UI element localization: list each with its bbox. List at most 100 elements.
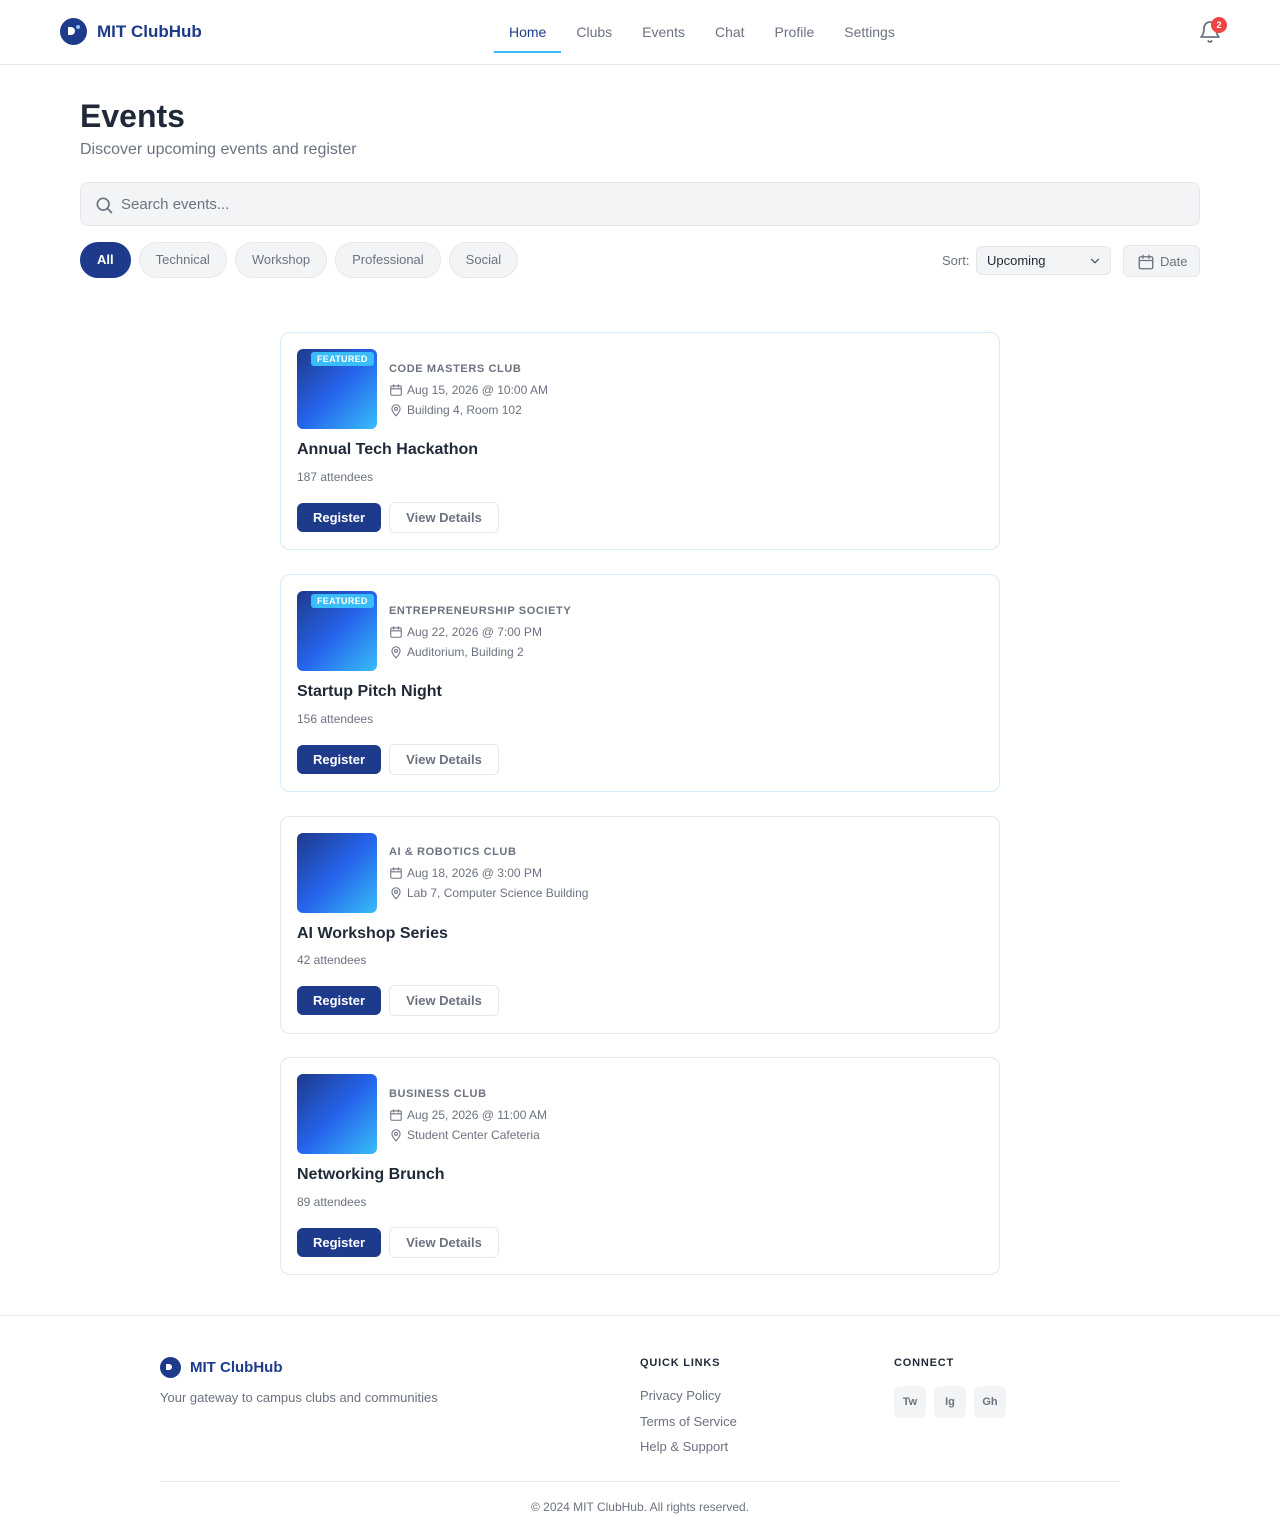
map-pin-icon — [391, 1129, 401, 1142]
event-attendees: 156 attendees — [297, 712, 374, 726]
privacy-policy-link[interactable]: Privacy Policy — [640, 1388, 737, 1414]
event-date-row: Aug 15, 2026 @ 10:00 AM — [389, 383, 548, 397]
event-attendees: 89 attendees — [297, 1195, 367, 1209]
notification-badge: 2 — [1211, 17, 1227, 33]
copyright: © 2024 MIT ClubHub. All rights reserved. — [530, 1500, 750, 1514]
event-location-row: Building 4, Room 102 — [389, 403, 548, 417]
quick-links-heading: QUICK LINKS — [640, 1357, 721, 1369]
filter-chip-all[interactable]: All — [80, 242, 131, 278]
nav-item-clubs[interactable]: Clubs — [561, 12, 627, 53]
sort-select[interactable]: Upcoming — [976, 246, 1111, 275]
filter-chip-technical[interactable]: Technical — [138, 242, 227, 278]
social-links: Tw Ig Gh — [894, 1386, 1006, 1418]
filter-chip-workshop[interactable]: Workshop — [234, 242, 328, 278]
event-date-row: Aug 18, 2026 @ 3:00 PM — [389, 866, 588, 880]
event-thumbnail — [297, 1074, 377, 1154]
register-button[interactable]: Register — [297, 503, 381, 532]
event-meta: AI & ROBOTICS CLUB Aug 18, 2026 @ 3:00 P… — [389, 846, 588, 900]
footer-tagline: Your gateway to campus clubs and communi… — [160, 1390, 438, 1405]
twitter-link[interactable]: Tw — [894, 1386, 926, 1418]
event-club-name: AI & ROBOTICS CLUB — [389, 846, 517, 858]
event-thumbnail — [297, 833, 377, 913]
event-attendees: 187 attendees — [297, 470, 374, 484]
event-location-row: Auditorium, Building 2 — [389, 645, 571, 659]
event-club-name: ENTREPRENEURSHIP SOCIETY — [389, 605, 572, 617]
event-datetime: Aug 25, 2026 @ 11:00 AM — [407, 1108, 548, 1122]
register-button[interactable]: Register — [297, 1228, 381, 1257]
event-location-row: Lab 7, Computer Science Building — [389, 886, 588, 900]
nav-item-profile[interactable]: Profile — [760, 12, 830, 53]
search-input[interactable] — [121, 183, 1181, 225]
page-subtitle: Discover upcoming events and register — [80, 141, 357, 158]
search-bar — [80, 182, 1200, 226]
footer-brand-name: MIT ClubHub — [190, 1359, 283, 1376]
date-filter-button[interactable]: Date — [1123, 245, 1200, 277]
event-card: FEATURED ENTREPRENEURSHIP SOCIETY Aug 22… — [280, 574, 1000, 792]
event-location: Lab 7, Computer Science Building — [407, 886, 589, 900]
event-title: AI Workshop Series — [297, 925, 448, 942]
event-location: Auditorium, Building 2 — [407, 645, 524, 659]
top-header: MIT ClubHub Home Clubs Events Chat Profi… — [0, 0, 1280, 65]
chevron-down-icon — [1090, 258, 1100, 264]
event-location: Student Center Cafeteria — [407, 1128, 540, 1142]
event-card: FEATURED CODE MASTERS CLUB Aug 15, 2026 … — [280, 332, 1000, 550]
nav-item-chat[interactable]: Chat — [700, 12, 760, 53]
sort-label: Sort: — [942, 253, 970, 268]
calendar-icon — [390, 384, 402, 396]
event-meta: BUSINESS CLUB Aug 25, 2026 @ 11:00 AM St… — [389, 1088, 547, 1142]
site-footer: MIT ClubHub Your gateway to campus clubs… — [0, 1315, 1280, 1535]
event-meta: CODE MASTERS CLUB Aug 15, 2026 @ 10:00 A… — [389, 363, 548, 417]
calendar-icon — [390, 1109, 402, 1121]
event-title: Networking Brunch — [297, 1166, 445, 1183]
view-details-button[interactable]: View Details — [389, 985, 499, 1016]
nav-item-events[interactable]: Events — [627, 12, 700, 53]
event-location-row: Student Center Cafeteria — [389, 1128, 547, 1142]
search-icon — [96, 197, 113, 214]
featured-badge: FEATURED — [311, 594, 374, 608]
help-support-link[interactable]: Help & Support — [640, 1439, 737, 1465]
logo-icon — [160, 1357, 181, 1378]
filter-chip-professional[interactable]: Professional — [335, 242, 441, 278]
instagram-link[interactable]: Ig — [934, 1386, 966, 1418]
map-pin-icon — [391, 404, 401, 417]
map-pin-icon — [391, 646, 401, 659]
event-thumbnail: FEATURED — [297, 349, 377, 429]
footer-brand[interactable]: MIT ClubHub — [160, 1357, 282, 1378]
connect-heading: CONNECT — [894, 1357, 954, 1369]
terms-of-service-link[interactable]: Terms of Service — [640, 1414, 737, 1440]
brand-name: MIT ClubHub — [97, 21, 202, 41]
event-date-row: Aug 22, 2026 @ 7:00 PM — [389, 625, 571, 639]
page-title: Events — [80, 98, 185, 134]
footer-divider — [160, 1481, 1120, 1482]
brand[interactable]: MIT ClubHub — [60, 18, 202, 45]
event-title: Startup Pitch Night — [297, 683, 442, 700]
event-datetime: Aug 18, 2026 @ 3:00 PM — [407, 866, 542, 880]
sort-value: Upcoming — [987, 253, 1046, 268]
register-button[interactable]: Register — [297, 986, 381, 1015]
event-thumbnail: FEATURED — [297, 591, 377, 671]
map-pin-icon — [391, 887, 401, 900]
view-details-button[interactable]: View Details — [389, 502, 499, 533]
event-location: Building 4, Room 102 — [407, 403, 522, 417]
quick-links: Privacy Policy Terms of Service Help & S… — [640, 1388, 737, 1465]
view-details-button[interactable]: View Details — [389, 1227, 499, 1258]
main-nav: Home Clubs Events Chat Profile Settings — [494, 12, 910, 53]
register-button[interactable]: Register — [297, 745, 381, 774]
logo-icon — [60, 18, 87, 45]
nav-item-settings[interactable]: Settings — [829, 12, 910, 53]
view-details-button[interactable]: View Details — [389, 744, 499, 775]
github-link[interactable]: Gh — [974, 1386, 1006, 1418]
event-datetime: Aug 15, 2026 @ 10:00 AM — [407, 383, 548, 397]
category-filters: All Technical Workshop Professional Soci… — [80, 242, 519, 278]
filter-chip-social[interactable]: Social — [448, 242, 519, 278]
calendar-icon — [1138, 254, 1154, 270]
event-card: AI & ROBOTICS CLUB Aug 18, 2026 @ 3:00 P… — [280, 816, 1000, 1034]
event-meta: ENTREPRENEURSHIP SOCIETY Aug 22, 2026 @ … — [389, 605, 571, 659]
nav-item-home[interactable]: Home — [494, 12, 562, 53]
date-filter-label: Date — [1160, 254, 1188, 269]
calendar-icon — [390, 626, 402, 638]
event-title: Annual Tech Hackathon — [297, 441, 479, 458]
event-date-row: Aug 25, 2026 @ 11:00 AM — [389, 1108, 547, 1122]
calendar-icon — [390, 867, 402, 879]
event-datetime: Aug 22, 2026 @ 7:00 PM — [407, 625, 542, 639]
